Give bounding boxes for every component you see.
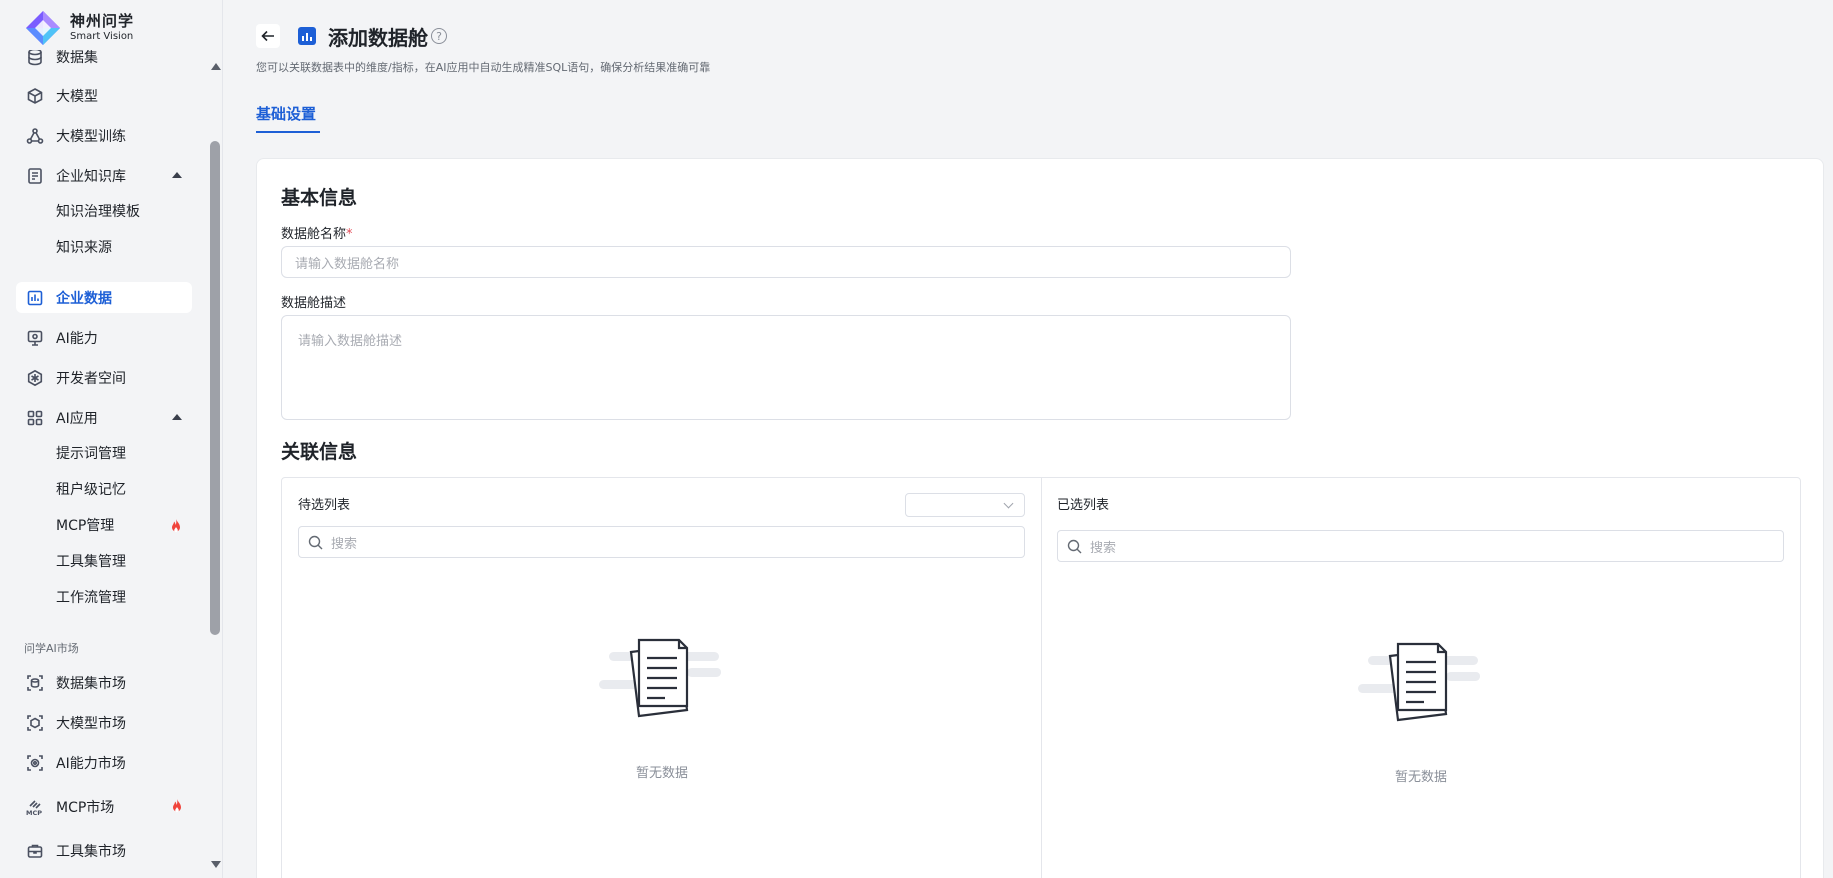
sidebar-scrollbar[interactable]	[208, 57, 222, 868]
sidebar-item-dataset[interactable]: 数据集	[16, 50, 192, 72]
empty-state-text: 暂无数据	[635, 766, 688, 781]
brand-name: 神州问学	[70, 12, 135, 30]
brand-logo[interactable]: 神州问学 Smart Vision	[24, 6, 134, 50]
empty-state-text: 暂无数据	[1394, 770, 1447, 785]
sidebar-item-label: 开发者空间	[56, 370, 126, 387]
toolbox-icon	[26, 842, 44, 860]
sidebar-item-developer-space[interactable]: 开发者空间	[16, 362, 192, 393]
sidebar-item-label: 数据集市场	[56, 675, 126, 692]
sidebar-subitem-workflow[interactable]: 工作流管理	[56, 582, 126, 612]
sidebar-item-knowledge-base[interactable]: 企业知识库	[16, 160, 192, 191]
sidebar-item-label: 大模型市场	[56, 715, 126, 732]
sidebar-item-label: AI能力	[56, 330, 98, 347]
sidebar-item-label: 企业数据	[56, 290, 112, 307]
search-placeholder: 搜索	[1090, 540, 1117, 556]
sidebar-item-label: MCP市场	[56, 799, 115, 816]
database-icon	[26, 50, 44, 66]
sidebar-item-enterprise-data[interactable]: 企业数据	[16, 282, 192, 313]
sidebar-item-label: AI应用	[56, 410, 98, 427]
sidebar-item-label: AI能力市场	[56, 755, 126, 772]
section-basic-info: 基本信息	[281, 187, 358, 209]
scroll-up-icon[interactable]	[211, 63, 221, 70]
tab-basic-settings[interactable]: 基础设置	[256, 103, 316, 124]
candidate-filter-select[interactable]	[905, 493, 1025, 517]
back-button[interactable]	[256, 24, 280, 48]
fire-icon	[173, 799, 181, 813]
selected-search-input[interactable]: 搜索	[1057, 530, 1784, 562]
candidate-list-title: 待选列表	[298, 498, 351, 513]
arrow-left-icon	[261, 30, 274, 42]
sidebar-item-toolset-market[interactable]: 工具集市场	[16, 835, 192, 866]
sidebar-section-market: 问学AI市场	[24, 642, 79, 655]
tab-active-indicator	[256, 131, 320, 133]
sidebar-item-label: 大模型训练	[56, 128, 126, 145]
sidebar-nav: 数据集 大模型 大模型训练 企业知识库 知识治理模板 知识来源 企业数据 AI能…	[0, 50, 208, 878]
main-content: 添加数据舱 ? 您可以关联数据表中的维度/指标，在AI应用中自动生成精准SQL语…	[224, 0, 1833, 878]
sidebar-item-mcp-market[interactable]: MCP MCP市场	[16, 791, 192, 822]
search-placeholder: 搜索	[331, 536, 358, 552]
monitor-icon	[26, 329, 44, 347]
sidebar-item-label: 工具集市场	[56, 843, 126, 860]
name-label: 数据舱名称*	[281, 223, 353, 242]
svg-text:MCP: MCP	[26, 809, 42, 816]
fire-icon	[172, 519, 180, 533]
search-icon	[308, 535, 323, 549]
sidebar-item-label: 企业知识库	[56, 168, 126, 185]
sidebar-item-label: 数据集	[56, 50, 98, 66]
sidebar-subitem-label: MCP管理	[56, 518, 115, 534]
data-pod-desc-textarea[interactable]: 请输入数据舱描述	[281, 315, 1291, 420]
market-dataset-icon	[26, 674, 44, 692]
sidebar-item-model[interactable]: 大模型	[16, 80, 192, 111]
transfer-panel: 待选列表 搜索 暂无数据 已选列表 搜索 暂无数据	[281, 477, 1801, 878]
panel-divider	[1041, 478, 1042, 878]
form-card: 基本信息 数据舱名称* 请输入数据舱名称 数据舱描述 请输入数据舱描述 关联信息…	[256, 158, 1824, 878]
page-description: 您可以关联数据表中的维度/指标，在AI应用中自动生成精准SQL语句，确保分析结果…	[256, 61, 711, 74]
market-ai-icon	[26, 754, 44, 772]
sidebar-subitem-toolset[interactable]: 工具集管理	[56, 546, 126, 576]
grid-icon	[26, 409, 44, 427]
sidebar-item-model-market[interactable]: 大模型市场	[16, 707, 192, 738]
search-icon	[1067, 539, 1082, 553]
sidebar-item-dataset-market[interactable]: 数据集市场	[16, 667, 192, 698]
section-relation-info: 关联信息	[281, 441, 358, 463]
sidebar-item-ai-capability[interactable]: AI能力	[16, 322, 192, 353]
triangle-nodes-icon	[26, 127, 44, 145]
notebook-icon	[26, 167, 44, 185]
selected-list-title: 已选列表	[1057, 498, 1110, 513]
chevron-down-icon	[1003, 498, 1014, 509]
candidate-search-input[interactable]: 搜索	[298, 526, 1025, 558]
sidebar-subitem-knowledge-template[interactable]: 知识治理模板	[56, 196, 140, 226]
sidebar-item-label: 大模型	[56, 88, 98, 105]
required-mark: *	[346, 227, 353, 242]
brand-logo-icon	[26, 11, 60, 45]
cube-icon	[26, 87, 44, 105]
help-icon[interactable]: ?	[431, 28, 447, 44]
data-pod-name-input[interactable]: 请输入数据舱名称	[281, 246, 1291, 278]
desc-label: 数据舱描述	[281, 296, 347, 311]
market-model-icon	[26, 714, 44, 732]
sidebar-item-ai-application[interactable]: AI应用	[16, 402, 192, 433]
scroll-thumb[interactable]	[210, 141, 220, 635]
sidebar-item-ai-market[interactable]: AI能力市场	[16, 747, 192, 778]
data-pod-icon	[298, 27, 316, 45]
hexagon-icon	[26, 369, 44, 387]
sidebar: 神州问学 Smart Vision 数据集 大模型 大模型训练 企业知识库 知识…	[0, 0, 223, 878]
chevron-up-icon	[172, 172, 182, 178]
mcp-icon: MCP	[26, 798, 44, 816]
scroll-down-icon[interactable]	[211, 861, 221, 868]
chevron-up-icon	[172, 414, 182, 420]
sidebar-subitem-knowledge-source[interactable]: 知识来源	[56, 232, 112, 262]
sidebar-subitem-memory[interactable]: 租户级记忆	[56, 474, 126, 504]
brand-name-en: Smart Vision	[70, 31, 134, 42]
page-title: 添加数据舱	[328, 26, 428, 50]
name-label-text: 数据舱名称	[281, 227, 347, 242]
bar-chart-icon	[26, 289, 44, 307]
sidebar-subitem-prompt[interactable]: 提示词管理	[56, 438, 126, 468]
sidebar-item-model-training[interactable]: 大模型训练	[16, 120, 192, 151]
